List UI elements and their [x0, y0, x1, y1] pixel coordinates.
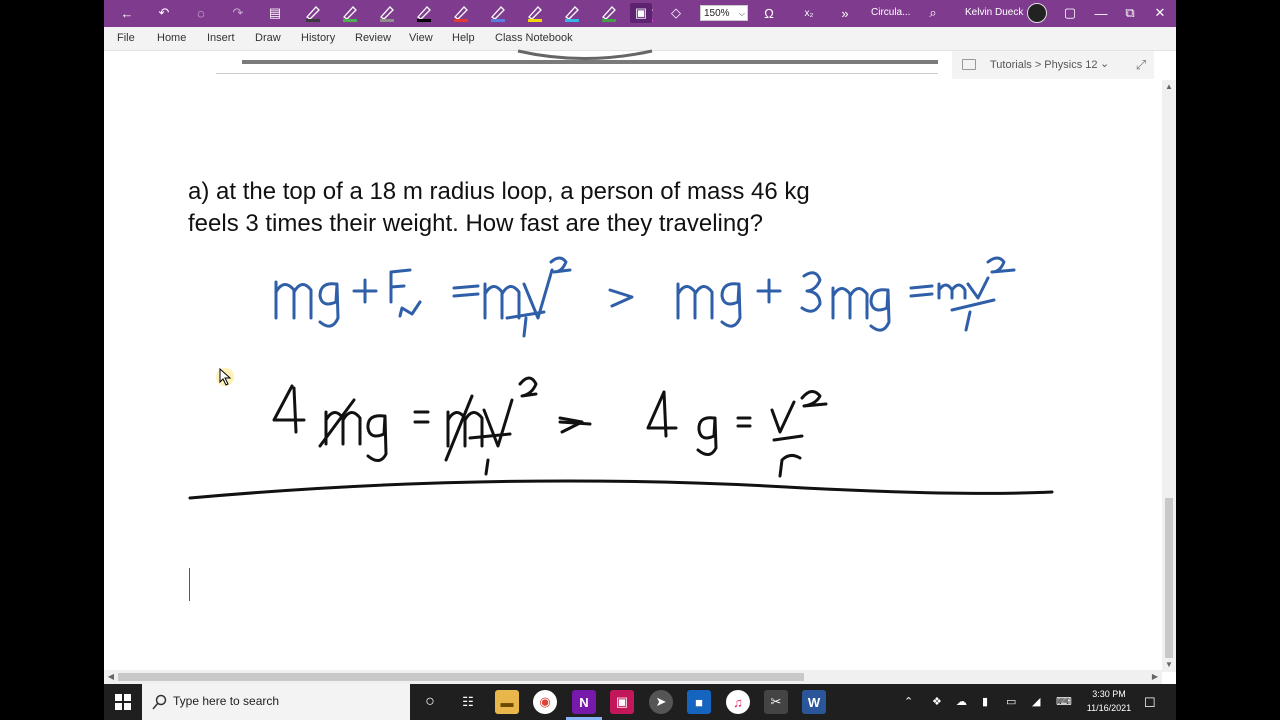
file-explorer-icon[interactable]: ▬ [495, 690, 519, 714]
taskbar: Type here to search ○ ☷ ▬ ◉ N ▣ ➤ ■ ♫ ✂ … [104, 684, 1176, 720]
task-view-icon[interactable]: ☷ [456, 690, 480, 714]
taskbar-search[interactable]: Type here to search [142, 684, 410, 720]
battery-icon[interactable]: ▭ [1006, 695, 1016, 708]
scroll-left-icon[interactable]: ◀ [104, 670, 118, 684]
wifi-icon[interactable]: ◢ [1032, 695, 1040, 708]
clock-time: 3:30 PM [1092, 689, 1126, 699]
mouse-pointer-icon [219, 368, 232, 386]
screen-recorder-icon[interactable]: ▣ [610, 690, 634, 714]
cortana-icon[interactable]: ○ [418, 690, 442, 714]
snipping-tool-icon[interactable]: ✂ [764, 690, 788, 714]
scroll-thumb[interactable] [1165, 498, 1173, 658]
search-icon [152, 694, 167, 710]
scroll-down-icon[interactable]: ▼ [1162, 658, 1176, 672]
notifications-icon[interactable]: ☐ [1144, 695, 1156, 711]
clock[interactable]: 3:30 PM 11/16/2021 [1082, 687, 1136, 715]
vertical-scrollbar[interactable]: ▲ ▼ [1162, 80, 1176, 672]
text-cursor [189, 568, 190, 601]
onenote-icon[interactable]: N [572, 690, 596, 714]
search-placeholder: Type here to search [173, 694, 280, 708]
document-app-icon[interactable]: ■ [687, 690, 711, 714]
microphone-icon[interactable]: ▮ [982, 695, 988, 708]
keyboard-icon[interactable]: ⌨ [1056, 695, 1072, 708]
hscroll-thumb[interactable] [118, 673, 804, 681]
onedrive-icon[interactable]: ☁ [956, 695, 967, 708]
word-icon[interactable]: W [802, 690, 826, 714]
chrome-icon[interactable]: ◉ [533, 690, 557, 714]
compass-icon[interactable]: ➤ [649, 690, 673, 714]
music-app-icon[interactable]: ♫ [726, 690, 750, 714]
scroll-up-icon[interactable]: ▲ [1162, 80, 1176, 94]
scroll-right-icon[interactable]: ▶ [1148, 670, 1162, 684]
dropbox-icon[interactable]: ❖ [932, 695, 942, 708]
ink-equation-black [188, 376, 1054, 500]
horizontal-scrollbar[interactable]: ◀ ▶ [104, 670, 1162, 684]
chevron-up-icon[interactable]: ⌃ [904, 695, 913, 708]
windows-start-icon[interactable] [104, 684, 142, 720]
clock-date: 11/16/2021 [1086, 703, 1132, 713]
onenote-window: ← ↶ ◌ ↷ ▤ ▣ ◇ 150% ⌵ Ω x₂ » Circula... ⌕ … [104, 0, 1176, 684]
